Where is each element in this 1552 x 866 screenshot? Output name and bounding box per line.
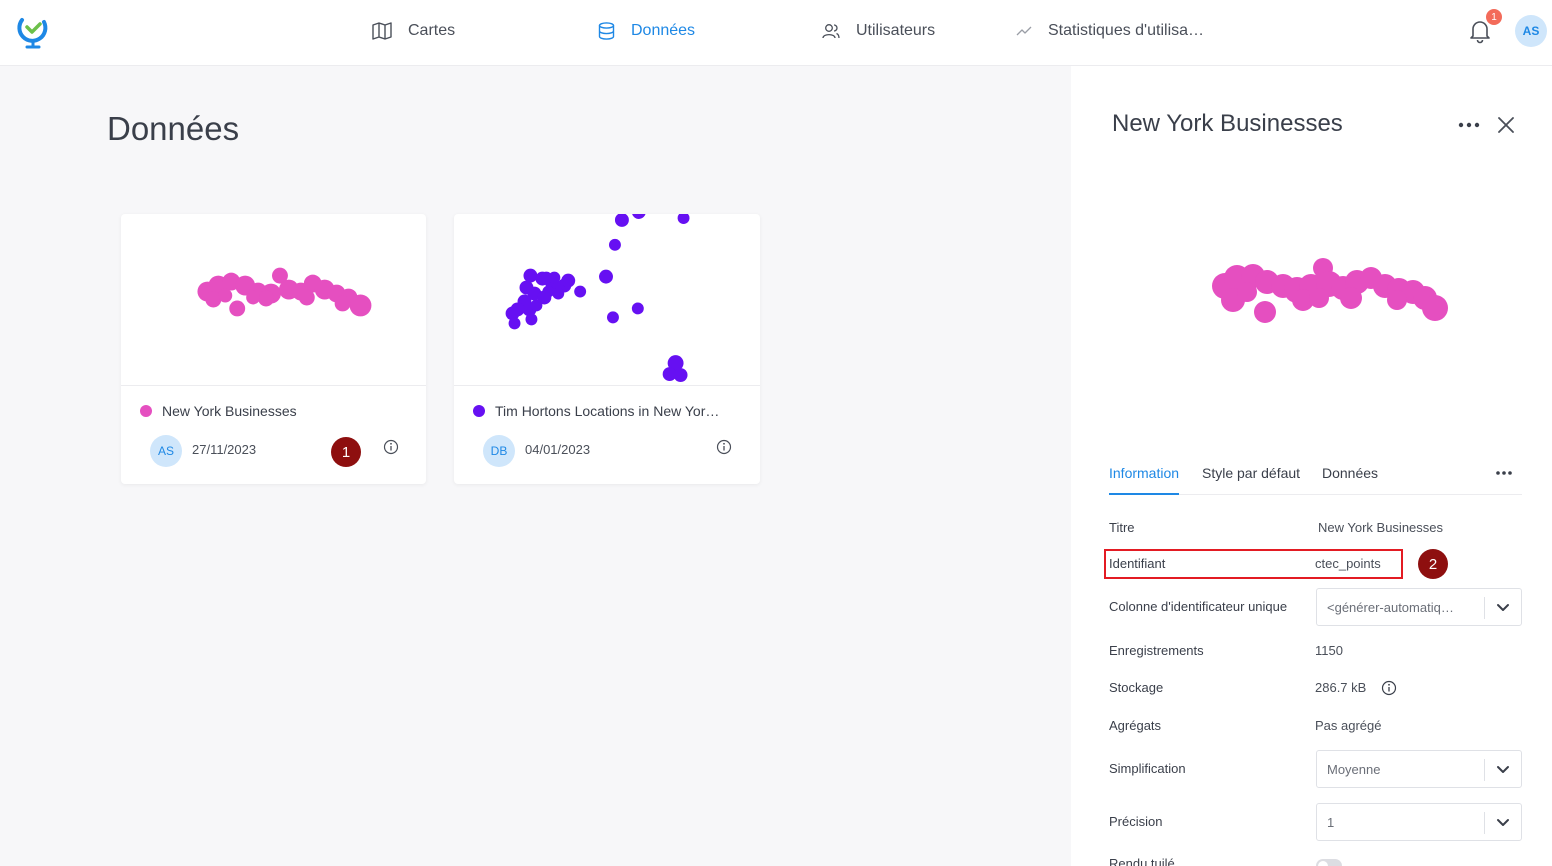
chevron-down-icon [1497,604,1509,611]
panel-title: New York Businesses [1112,110,1343,137]
dataset-details-panel: New York Businesses Information Style pa… [1071,66,1552,866]
close-icon[interactable] [1496,115,1516,135]
trend-icon [1016,26,1032,36]
rendu-tuile-toggle[interactable] [1316,859,1342,866]
enregistrements-label: Enregistrements [1109,643,1204,658]
precision-select[interactable]: 1 [1316,803,1522,841]
tab-information[interactable]: Information [1109,465,1180,495]
nav-item-utilisateurs[interactable]: Utilisateurs [822,0,935,62]
nav-item-cartes[interactable]: Cartes [372,0,455,62]
top-bar: Cartes Données Utilisateurs Statistiques… [0,0,1552,66]
simplification-select[interactable]: Moyenne [1316,750,1522,788]
precision-select-value: 1 [1327,815,1335,830]
dataset-name: New York Businesses [162,403,297,419]
dataset-preview-map [121,267,426,386]
storage-info-icon[interactable] [1381,680,1397,696]
user-avatar[interactable]: AS [1515,15,1547,47]
owner-avatar: DB [483,435,515,467]
database-icon [598,22,615,40]
tabs-more-icon[interactable] [1494,469,1514,477]
dataset-preview-map [454,214,760,386]
select-divider [1484,597,1485,619]
dataset-color-dot [473,405,485,417]
chevron-down-icon [1497,819,1509,826]
panel-tabs: Information Style par défaut Données [1109,457,1522,495]
colonne-label: Colonne d'identificateur unique [1109,599,1288,614]
titre-value: New York Businesses [1318,520,1444,535]
tab-donnees[interactable]: Données [1322,465,1378,493]
nav-item-statistiques[interactable]: Statistiques d'utilisa… [1016,0,1204,62]
select-divider [1484,759,1485,781]
colonne-identificateur-select[interactable]: <générer-automatiq… [1316,588,1522,626]
agregats-value: Pas agrégé [1315,718,1382,733]
dataset-name-row: Tim Hortons Locations in New Yor… [473,403,745,419]
rendu-tuile-label: Rendu tuilé [1109,856,1175,866]
users-icon [822,24,840,39]
nav-item-donnees[interactable]: Données [598,0,695,62]
notification-badge: 1 [1486,9,1502,25]
page-title: Données [107,110,240,147]
nav-label-utilisateurs: Utilisateurs [856,22,936,39]
select-divider [1484,812,1485,834]
simplification-select-value: Moyenne [1327,762,1381,777]
stockage-label: Stockage [1109,680,1164,695]
colonne-select-value: <générer-automatiq… [1327,600,1454,615]
nav-label-cartes: Cartes [408,22,456,39]
info-icon[interactable] [716,439,732,455]
stockage-value: 286.7 kB [1315,680,1367,695]
simplification-label: Simplification [1109,761,1186,776]
annotation-marker-1: 1 [331,437,361,467]
nav-label-donnees: Données [631,22,696,39]
agregats-label: Agrégats [1109,718,1162,733]
titre-label: Titre [1109,520,1135,535]
owner-avatar: AS [150,435,182,467]
app-logo-icon[interactable] [16,12,50,50]
dataset-card[interactable]: New York Businesses AS 27/11/2023 [121,214,426,484]
dataset-date: 27/11/2023 [192,442,257,457]
more-options-icon[interactable] [1455,116,1483,134]
enregistrements-value: 1150 [1315,643,1343,658]
dataset-preview-map [1212,258,1448,323]
chevron-down-icon [1497,766,1509,773]
identifiant-label: Identifiant [1109,556,1166,571]
annotation-marker-2: 2 [1418,549,1448,579]
tab-style-par-defaut[interactable]: Style par défaut [1202,465,1300,493]
dataset-date: 04/01/2023 [525,442,591,457]
dataset-name: Tim Hortons Locations in New Yor… [495,403,720,419]
identifiant-value: ctec_points [1315,556,1381,571]
dataset-name-row: New York Businesses [140,403,297,419]
nav-label-statistiques: Statistiques d'utilisa… [1048,22,1205,39]
dataset-color-dot [140,405,152,417]
info-icon[interactable] [383,439,399,455]
map-icon [372,22,392,40]
precision-label: Précision [1109,814,1163,829]
dataset-card[interactable]: Tim Hortons Locations in New Yor… DB 04/… [454,214,760,484]
